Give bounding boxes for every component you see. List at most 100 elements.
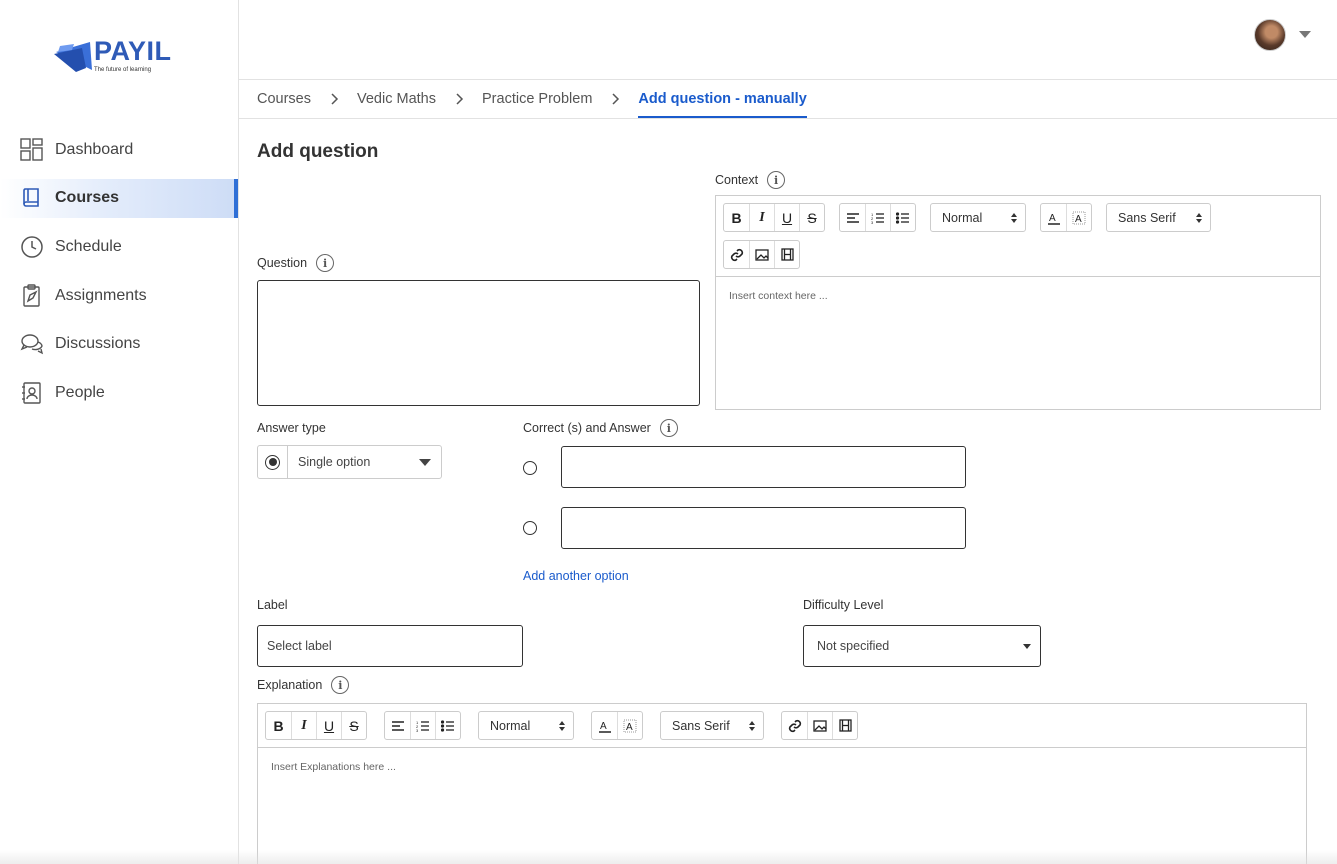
font-select-value: Sans Serif [1118,210,1176,225]
context-input[interactable]: Insert context here ... [716,277,1320,315]
user-avatar[interactable] [1254,19,1286,51]
underline-button[interactable]: U [774,204,799,231]
image-icon[interactable] [749,241,774,268]
answer-type-dropdown[interactable]: Single option [288,446,441,478]
video-icon[interactable] [774,241,799,268]
text-color-icon[interactable]: A [592,712,617,739]
sidebar-item-people[interactable]: People [0,373,238,412]
header-select[interactable]: Normal [478,711,574,740]
bullet-list-icon[interactable] [435,712,460,739]
sidebar: PAYIL The future of learning Dashboard C… [0,0,239,864]
option-input-2[interactable] [561,507,966,549]
page-title: Add question [257,141,379,162]
payil-logo[interactable]: PAYIL The future of learning [52,36,182,78]
clipboard-icon [20,283,44,308]
difficulty-label: Difficulty Level [803,598,884,612]
link-icon[interactable] [724,241,749,268]
up-down-icon [749,720,755,731]
align-left-icon[interactable] [840,204,865,231]
sidebar-item-courses[interactable]: Courses [0,178,238,218]
sidebar-item-schedule[interactable]: Schedule [0,227,238,266]
media-group [781,711,858,740]
breadcrumb-divider [239,118,1337,119]
sidebar-item-label: Courses [55,189,120,207]
contact-book-icon [20,381,44,405]
explanation-editor: B I U S 123 Normal A A Sans Serif Insert… [257,703,1307,864]
video-icon[interactable] [832,712,857,739]
context-toolbar: B I U S 123 Normal A A Sans Serif [716,196,1320,277]
italic-button[interactable]: I [291,712,316,739]
answers-label: Correct (s) and Answer i [523,419,678,437]
caret-down-icon[interactable] [1299,31,1311,38]
bold-button[interactable]: B [724,204,749,231]
font-select[interactable]: Sans Serif [660,711,764,740]
sidebar-item-assignments[interactable]: Assignments [0,276,238,315]
svg-text:3: 3 [871,220,874,224]
answer-type-value: Single option [298,455,371,469]
label-select[interactable]: Select label [257,625,523,667]
difficulty-value: Not specified [817,639,890,653]
label-placeholder: Select label [267,639,332,653]
difficulty-select[interactable]: Not specified [803,625,1041,667]
info-icon[interactable]: i [659,419,678,437]
radio-selected-icon [258,446,288,478]
media-group [723,240,800,269]
caret-down-icon [1023,643,1031,649]
option-radio-2[interactable] [523,521,537,535]
up-down-icon [559,720,565,731]
add-another-option-link[interactable]: Add another option [523,569,629,583]
highlight-color-icon[interactable]: A [1066,204,1091,231]
breadcrumb-vedic-maths[interactable]: Vedic Maths [357,91,436,107]
dashboard-icon [20,137,44,162]
breadcrumb-practice-problem[interactable]: Practice Problem [482,91,592,107]
svg-text:A: A [1075,214,1082,225]
logo-tagline: The future of learning [94,67,152,73]
explanation-toolbar: B I U S 123 Normal A A Sans Serif [258,704,1306,748]
text-color-icon[interactable]: A [1041,204,1066,231]
align-left-icon[interactable] [385,712,410,739]
question-label-text: Question [257,256,308,270]
sidebar-item-label: Discussions [55,335,141,353]
clock-icon [20,235,44,259]
chevron-right-icon [452,93,468,105]
color-group: A A [1040,203,1092,232]
ordered-list-icon[interactable]: 123 [410,712,435,739]
answer-type-select[interactable]: Single option [257,445,442,479]
font-select-value: Sans Serif [672,718,730,733]
sidebar-item-label: People [55,383,105,401]
option-input-1[interactable] [561,446,966,488]
breadcrumb-courses[interactable]: Courses [257,91,311,107]
info-icon[interactable]: i [316,254,335,272]
info-icon[interactable]: i [331,676,350,694]
info-icon[interactable]: i [767,171,786,189]
sidebar-item-discussions[interactable]: Discussions [0,325,238,364]
ordered-list-icon[interactable]: 123 [865,204,890,231]
header-select[interactable]: Normal [930,203,1026,232]
top-header [239,0,1337,80]
explanation-input[interactable]: Insert Explanations here ... [258,748,1306,786]
explanation-label-text: Explanation [257,678,323,692]
chevron-right-icon [327,93,343,105]
font-select[interactable]: Sans Serif [1106,203,1211,232]
strikethrough-button[interactable]: S [341,712,366,739]
up-down-icon [1011,212,1017,223]
option-radio-1[interactable] [523,461,537,475]
question-input[interactable] [257,280,700,406]
strikethrough-button[interactable]: S [799,204,824,231]
answers-label-text: Correct (s) and Answer [523,421,651,435]
chat-bubbles-icon [20,332,44,356]
bullet-list-icon[interactable] [890,204,915,231]
italic-button[interactable]: I [749,204,774,231]
context-label-text: Context [715,173,759,187]
format-group: B I U S [265,711,367,740]
image-icon[interactable] [807,712,832,739]
highlight-color-icon[interactable]: A [617,712,642,739]
sidebar-item-dashboard[interactable]: Dashboard [0,130,238,169]
link-icon[interactable] [782,712,807,739]
bold-button[interactable]: B [266,712,291,739]
svg-text:A: A [600,721,607,732]
bottom-shadow [0,850,1337,864]
underline-button[interactable]: U [316,712,341,739]
breadcrumb-current[interactable]: Add question - manually [638,80,807,118]
logo-wordmark: PAYIL [94,36,172,66]
